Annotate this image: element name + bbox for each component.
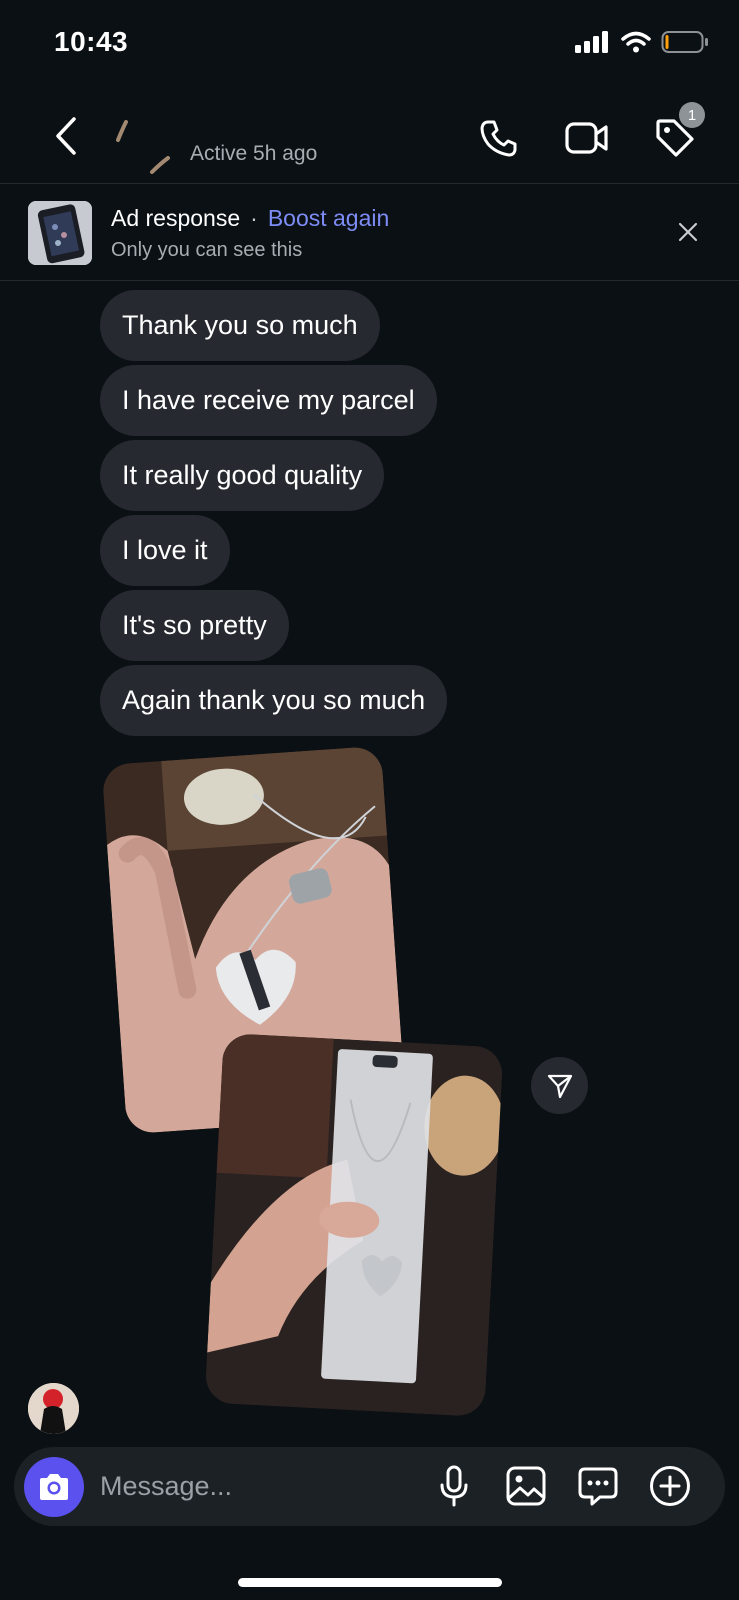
photo-necklace-package[interactable] — [204, 1032, 504, 1418]
ad-title: Ad response — [111, 205, 241, 231]
share-button[interactable] — [531, 1057, 588, 1114]
sender-avatar[interactable] — [28, 1383, 79, 1434]
back-button[interactable] — [46, 114, 86, 158]
gallery-button[interactable] — [505, 1465, 547, 1507]
phone-icon — [480, 120, 517, 157]
camera-button[interactable] — [24, 1457, 84, 1517]
gallery-icon — [506, 1466, 546, 1506]
header-actions: 1 — [475, 102, 705, 162]
close-icon — [678, 222, 698, 242]
status-indicators — [575, 30, 709, 54]
battery-icon — [661, 31, 708, 53]
photo-necklace-package-image — [204, 1032, 504, 1418]
tag-button[interactable]: 1 — [651, 102, 705, 162]
message-bubble[interactable]: It's so pretty — [100, 590, 289, 661]
share-arrow-icon — [547, 1074, 572, 1098]
home-indicator[interactable] — [238, 1578, 502, 1587]
video-call-button[interactable] — [563, 114, 611, 162]
ad-subtitle: Only you can see this — [111, 239, 303, 261]
call-button[interactable] — [475, 114, 523, 162]
tag-badge: 1 — [679, 102, 705, 128]
boost-again-link[interactable]: Boost again — [268, 205, 389, 232]
ad-thumbnail[interactable] — [28, 201, 92, 265]
back-chevron-icon — [56, 117, 76, 155]
message-input[interactable] — [100, 1465, 420, 1507]
message-bubble[interactable]: I love it — [100, 515, 230, 586]
ad-response-banner: Ad response · Boost again Only you can s… — [0, 185, 739, 281]
video-camera-icon — [565, 122, 608, 154]
chat-bubble-icon — [578, 1467, 618, 1506]
plus-circle-icon — [650, 1466, 690, 1506]
voice-message-button[interactable] — [433, 1465, 475, 1507]
message-bubble[interactable]: It really good quality — [100, 440, 385, 511]
signal-icon — [575, 31, 608, 53]
more-options-button[interactable] — [649, 1465, 691, 1507]
camera-icon — [40, 1474, 68, 1500]
ad-title-row: Ad response · Boost again — [111, 205, 389, 232]
message-bubble[interactable]: Thank you so much — [100, 290, 380, 361]
contact-name-redacted[interactable] — [112, 110, 332, 174]
message-bubble[interactable]: Again thank you so much — [100, 665, 448, 736]
ad-separator: · — [250, 205, 258, 231]
message-bubble[interactable]: I have receive my parcel — [100, 365, 437, 436]
wifi-icon — [621, 31, 651, 53]
avatar-image — [28, 1383, 79, 1434]
status-bar: 10:43 — [0, 0, 739, 90]
active-status: Active 5h ago — [190, 142, 318, 165]
sticker-button[interactable] — [577, 1465, 619, 1507]
dismiss-ad-button[interactable] — [675, 219, 701, 245]
message-composer — [14, 1447, 725, 1526]
composer-actions — [433, 1465, 691, 1507]
ad-thumbnail-image — [28, 201, 92, 265]
chat-header: Active 5h ago 1 — [0, 96, 739, 184]
status-time: 10:43 — [54, 26, 129, 57]
microphone-icon — [440, 1465, 468, 1507]
